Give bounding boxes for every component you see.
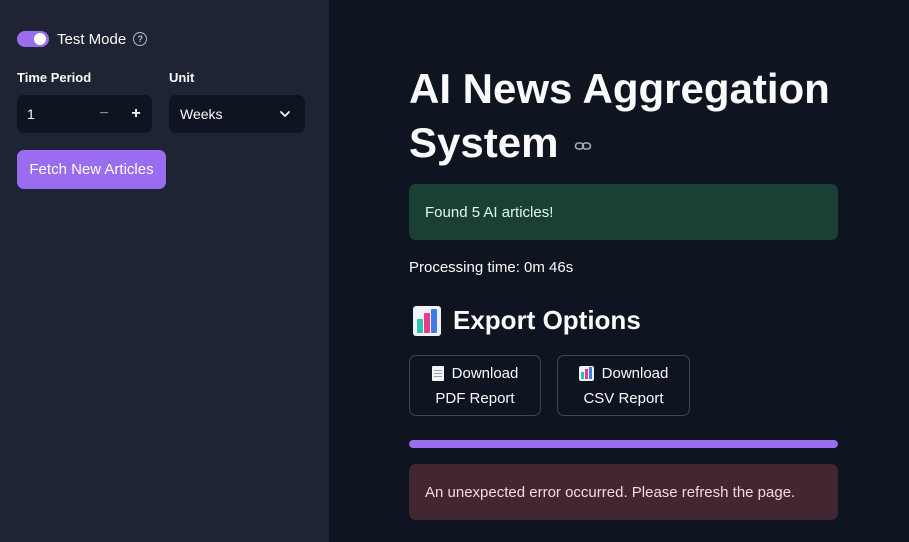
test-mode-label: Test Mode — [57, 30, 127, 48]
time-period-value[interactable]: 1 — [17, 106, 88, 122]
document-icon — [431, 365, 444, 381]
download-csv-label: Download — [601, 364, 669, 382]
download-csv-line1: Download — [578, 361, 669, 386]
help-icon[interactable]: ? — [133, 32, 148, 46]
unit-select[interactable]: Weeks — [169, 95, 305, 133]
download-pdf-sublabel: PDF Report — [435, 389, 515, 407]
app: Test Mode ? Time Period Unit 1 − + Weeks… — [0, 0, 909, 542]
fetch-new-articles-button[interactable]: Fetch New Articles — [17, 150, 166, 189]
export-options-heading: Export Options — [413, 305, 641, 336]
test-mode-toggle[interactable] — [17, 31, 49, 47]
bar-chart-icon — [413, 305, 441, 336]
unit-selected-value: Weeks — [180, 106, 223, 122]
main-content: AI News Aggregation System Found 5 AI ar… — [329, 0, 909, 542]
download-pdf-label: Download — [451, 364, 519, 382]
bar-chart-icon — [578, 365, 594, 381]
chevron-down-icon — [280, 111, 290, 117]
progress-bar — [409, 440, 838, 448]
page-title: AI News Aggregation System — [409, 62, 849, 170]
toggle-knob — [34, 33, 46, 45]
success-alert: Found 5 AI articles! — [409, 184, 838, 240]
export-heading-text: Export Options — [453, 305, 641, 335]
download-pdf-button[interactable]: Download PDF Report — [409, 355, 541, 416]
error-alert: An unexpected error occurred. Please ref… — [409, 464, 838, 520]
decrement-button[interactable]: − — [88, 95, 120, 133]
download-pdf-line1: Download — [431, 361, 519, 386]
increment-button[interactable]: + — [120, 95, 152, 133]
download-csv-button[interactable]: Download CSV Report — [557, 355, 690, 416]
page-title-text: AI News Aggregation System — [409, 65, 830, 166]
sidebar: Test Mode ? Time Period Unit 1 − + Weeks… — [0, 0, 329, 542]
download-csv-sublabel: CSV Report — [583, 389, 664, 407]
time-period-label: Time Period — [17, 70, 92, 85]
progress-fill — [409, 440, 838, 448]
time-period-input[interactable]: 1 − + — [17, 95, 152, 133]
unit-label: Unit — [169, 70, 195, 85]
link-icon[interactable] — [574, 137, 592, 155]
test-mode-row: Test Mode ? — [17, 29, 148, 49]
processing-time-text: Processing time: 0m 46s — [409, 259, 574, 276]
